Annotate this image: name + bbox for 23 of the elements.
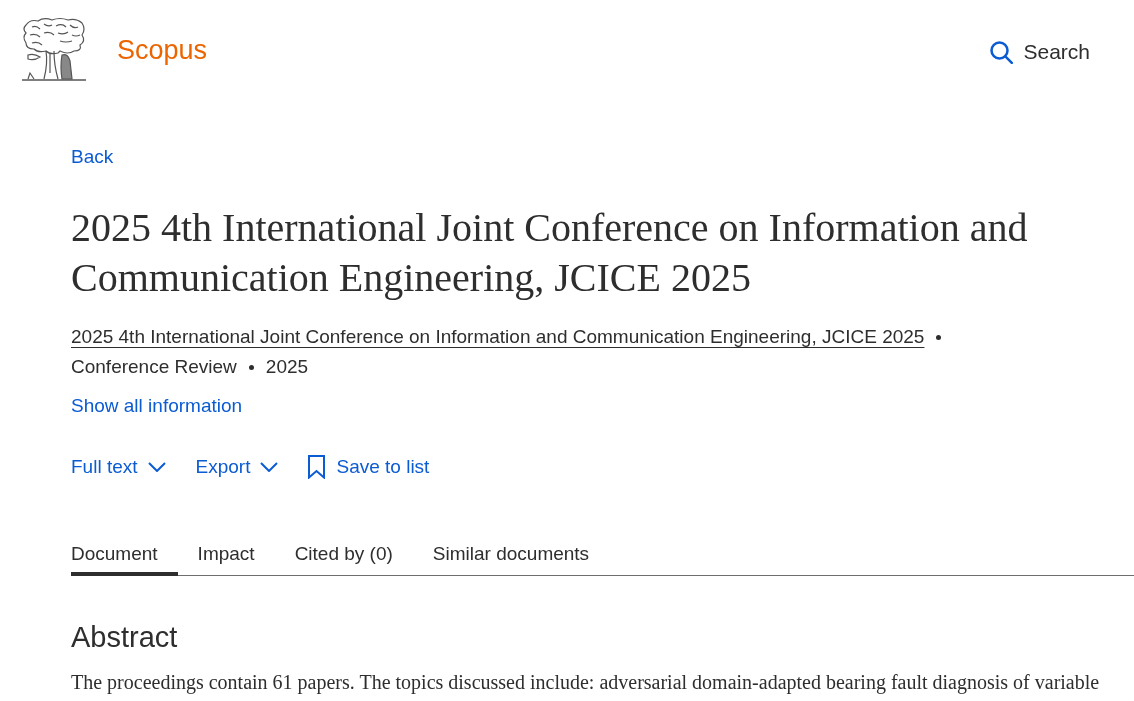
tab[interactable]: Document [71, 542, 178, 576]
document-type: Conference Review [71, 356, 237, 377]
export-button[interactable]: Export [195, 455, 279, 479]
tab[interactable]: Impact [177, 542, 275, 576]
abstract-text: The proceedings contain 61 papers. The topics discussed include: adversarial domain-adapted bearing fault diagnosis of variable [71, 670, 1100, 696]
bullet-icon [248, 365, 254, 371]
source-title-link[interactable]: 2025 4th International Joint Conference on Information and Communication Engineering, JCICE 2025 [71, 326, 925, 347]
chevron-down-icon [147, 462, 166, 472]
publication-year: 2025 [265, 356, 309, 377]
tree-logo [20, 15, 88, 83]
document-title: 2025 4th International Joint Conference on Information and Communication Engineering, JCICE 2025 [71, 204, 1029, 302]
abstract-heading: Abstract [71, 620, 178, 655]
chevron-down-icon [260, 462, 279, 472]
save-to-list-button[interactable]: Save to list [308, 455, 430, 479]
search-icon [990, 40, 1014, 64]
tab[interactable]: Similar documents [412, 542, 610, 576]
full-text-button[interactable]: Full text [71, 455, 166, 479]
bookmark-icon [308, 455, 326, 479]
bullet-icon [936, 335, 942, 341]
show-all-information-link[interactable]: Show all information [71, 394, 243, 418]
search-button[interactable]: Search [990, 38, 1090, 66]
back-link[interactable]: Back [71, 145, 114, 169]
tab[interactable]: Cited by (0) [274, 542, 413, 576]
